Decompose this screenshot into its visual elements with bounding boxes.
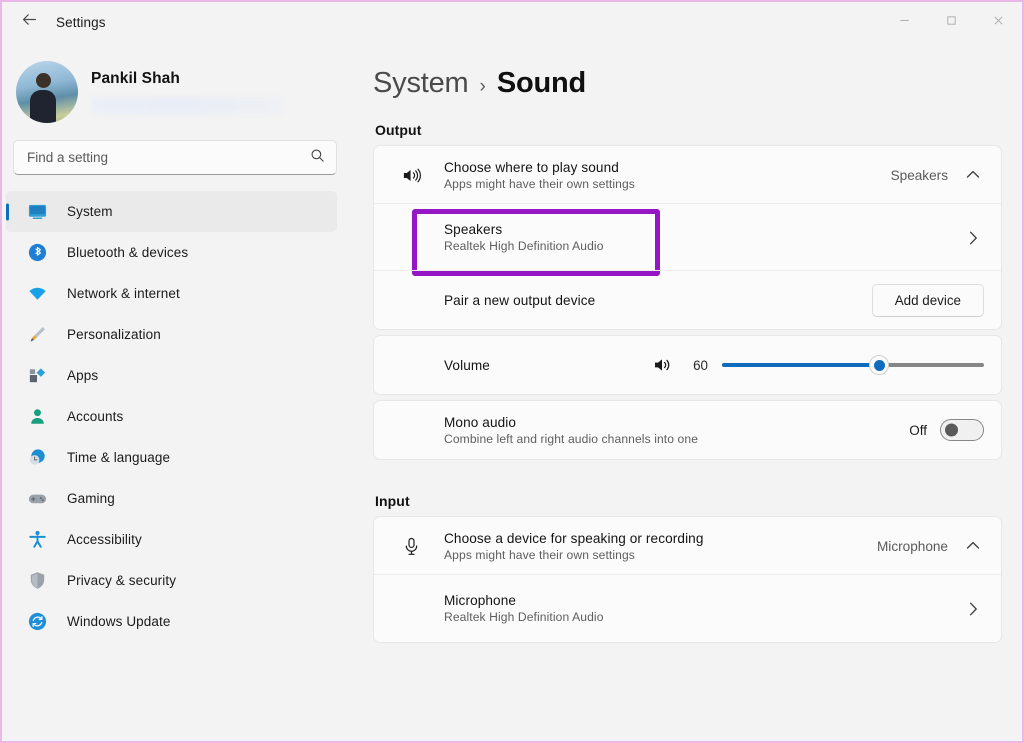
close-icon <box>993 13 1004 31</box>
choose-input-device-row[interactable]: Choose a device for speaking or recordin… <box>374 517 1001 575</box>
title-bar: Settings <box>2 2 1022 42</box>
sidebar-item-label: Gaming <box>67 491 115 506</box>
microphone-device-row[interactable]: Microphone Realtek High Definition Audio <box>374 575 1001 642</box>
mono-audio-state-label: Off <box>909 423 927 438</box>
apps-icon <box>24 364 51 388</box>
sidebar: Pankil Shah <box>2 42 346 741</box>
volume-row: Volume 60 <box>374 336 1001 394</box>
volume-slider-thumb[interactable] <box>869 355 889 375</box>
person-icon <box>24 405 51 429</box>
sidebar-item-privacy-security[interactable]: Privacy & security <box>6 560 337 601</box>
clock-icon <box>24 446 51 470</box>
sidebar-item-label: Windows Update <box>67 614 170 629</box>
chevron-right-icon: › <box>480 76 486 98</box>
sidebar-item-windows-update[interactable]: Windows Update <box>6 601 337 642</box>
mono-audio-toggle[interactable] <box>940 419 984 441</box>
search-icon <box>310 148 325 168</box>
speaker-icon[interactable] <box>651 354 673 376</box>
gamepad-icon <box>24 487 51 511</box>
mono-audio-card: Mono audio Combine left and right audio … <box>373 400 1002 460</box>
add-device-button[interactable]: Add device <box>872 284 984 317</box>
sidebar-item-label: Personalization <box>67 327 161 342</box>
sidebar-item-label: Accessibility <box>67 532 142 547</box>
sidebar-nav: System Bluetooth & devices <box>2 191 346 642</box>
breadcrumb: System › Sound <box>373 67 1002 100</box>
speakers-device-row[interactable]: Speakers Realtek High Definition Audio <box>374 204 1001 271</box>
back-button[interactable] <box>11 6 47 38</box>
volume-value: 60 <box>682 358 708 373</box>
chevron-up-icon[interactable] <box>962 535 984 557</box>
close-button[interactable] <box>975 2 1022 42</box>
update-icon <box>24 610 51 634</box>
account-card[interactable]: Pankil Shah <box>2 42 346 140</box>
pair-output-device-row: Pair a new output device Add device <box>374 271 1001 329</box>
sidebar-item-apps[interactable]: Apps <box>6 355 337 396</box>
sidebar-item-system[interactable]: System <box>6 191 337 232</box>
shield-icon <box>24 569 51 593</box>
minimize-icon <box>899 13 910 31</box>
sidebar-item-personalization[interactable]: Personalization <box>6 314 337 355</box>
sidebar-item-label: Accounts <box>67 409 123 424</box>
speaker-icon <box>394 165 428 186</box>
row-title: Speakers <box>444 222 962 237</box>
maximize-icon <box>946 13 957 31</box>
output-section-title: Output <box>375 122 1002 138</box>
search-box[interactable] <box>13 140 337 175</box>
avatar <box>16 61 78 123</box>
output-device-value: Speakers <box>891 168 948 183</box>
mono-audio-row: Mono audio Combine left and right audio … <box>374 401 1001 459</box>
input-section-title: Input <box>375 493 1002 509</box>
sidebar-item-label: Privacy & security <box>67 573 176 588</box>
volume-slider[interactable] <box>722 354 984 376</box>
sidebar-item-label: Network & internet <box>67 286 180 301</box>
paintbrush-icon <box>24 323 51 347</box>
row-title: Choose where to play sound <box>444 160 891 175</box>
sidebar-item-network-internet[interactable]: Network & internet <box>6 273 337 314</box>
page-title: Sound <box>497 67 586 100</box>
sidebar-item-time-language[interactable]: Time & language <box>6 437 337 478</box>
back-arrow-icon <box>21 11 38 33</box>
sidebar-item-bluetooth-devices[interactable]: Bluetooth & devices <box>6 232 337 273</box>
account-name: Pankil Shah <box>91 70 283 88</box>
row-title: Mono audio <box>444 415 909 430</box>
breadcrumb-parent[interactable]: System <box>373 67 469 100</box>
row-subtitle: Realtek High Definition Audio <box>444 239 962 253</box>
maximize-button[interactable] <box>928 2 975 42</box>
accessibility-icon <box>24 528 51 552</box>
sidebar-item-label: Time & language <box>67 450 170 465</box>
sidebar-item-label: Apps <box>67 368 98 383</box>
row-subtitle: Apps might have their own settings <box>444 548 877 562</box>
row-title: Volume <box>444 358 651 373</box>
settings-window: Settings <box>0 0 1024 743</box>
output-device-card: Choose where to play sound Apps might ha… <box>373 145 1002 330</box>
volume-card: Volume 60 <box>373 335 1002 395</box>
row-subtitle: Apps might have their own settings <box>444 177 891 191</box>
sidebar-item-label: Bluetooth & devices <box>67 245 188 260</box>
search-input[interactable] <box>27 150 310 165</box>
minimize-button[interactable] <box>881 2 928 42</box>
account-email-redacted <box>91 97 283 114</box>
monitor-icon <box>24 200 51 224</box>
sidebar-item-gaming[interactable]: Gaming <box>6 478 337 519</box>
choose-output-device-row[interactable]: Choose where to play sound Apps might ha… <box>374 146 1001 204</box>
row-subtitle: Combine left and right audio channels in… <box>444 432 909 446</box>
wifi-icon <box>24 282 51 306</box>
input-device-card: Choose a device for speaking or recordin… <box>373 516 1002 643</box>
bluetooth-icon <box>24 241 51 265</box>
app-title: Settings <box>56 15 106 30</box>
sidebar-item-label: System <box>67 204 113 219</box>
row-title: Pair a new output device <box>444 293 872 308</box>
chevron-right-icon[interactable] <box>962 227 984 249</box>
chevron-up-icon[interactable] <box>962 164 984 186</box>
row-title: Choose a device for speaking or recordin… <box>444 531 877 546</box>
main-content: System › Sound Output Choose where to pl… <box>346 42 1022 741</box>
row-title: Microphone <box>444 593 962 608</box>
chevron-right-icon[interactable] <box>962 598 984 620</box>
row-subtitle: Realtek High Definition Audio <box>444 610 962 624</box>
input-device-value: Microphone <box>877 539 948 554</box>
sidebar-item-accounts[interactable]: Accounts <box>6 396 337 437</box>
window-controls <box>881 2 1022 42</box>
sidebar-item-accessibility[interactable]: Accessibility <box>6 519 337 560</box>
microphone-icon <box>394 536 428 557</box>
